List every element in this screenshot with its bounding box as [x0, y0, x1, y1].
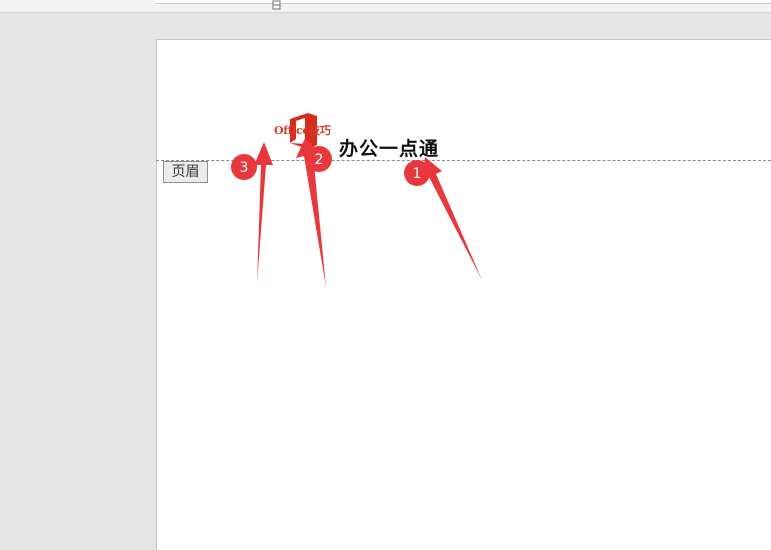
header-boundary-line: [156, 160, 771, 161]
header-logo[interactable]: Office技巧: [272, 112, 338, 152]
horizontal-ruler: [0, 0, 771, 13]
brand-text: 办公一点通: [339, 138, 440, 160]
document-page[interactable]: [156, 39, 771, 550]
header-label-tag: 页眉: [163, 161, 208, 183]
ruler-indent-marker-icon[interactable]: [272, 0, 281, 10]
ruler-track: [155, 0, 771, 4]
logo-text: Office技巧: [274, 124, 331, 137]
